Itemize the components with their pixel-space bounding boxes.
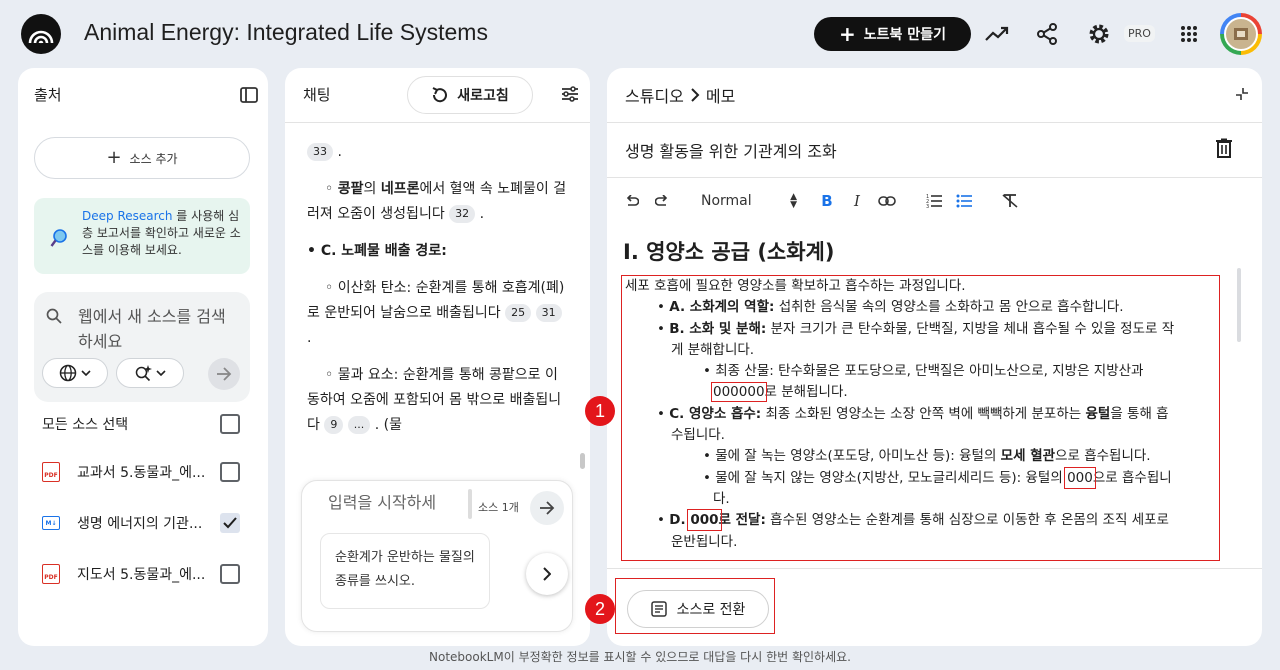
suggested-question[interactable]: 순환계가 운반하는 물질의 종류를 쓰시오. <box>320 533 490 609</box>
source-count: 소스 1개 <box>478 501 519 514</box>
numbered-list-icon[interactable]: 123 <box>925 190 943 212</box>
clear-format-icon[interactable] <box>1001 190 1019 212</box>
new-notebook-label: 노트북 만들기 <box>863 27 946 43</box>
bold-icon[interactable]: B <box>819 190 835 212</box>
svg-text:3: 3 <box>926 204 929 208</box>
chevron-right-icon <box>691 88 700 102</box>
source-item-label: 지도서 5.동물과_에... <box>77 567 206 583</box>
citation-chip[interactable]: 33 <box>307 143 333 161</box>
editor-toolbar: Normal ▲ ▼ B I 123 <box>623 190 1223 212</box>
collapse-panel-icon[interactable] <box>240 86 258 104</box>
globe-icon <box>59 364 77 382</box>
markdown-icon: M↓ <box>42 516 60 530</box>
notebook-title[interactable]: Animal Energy: Integrated Life Systems <box>84 19 488 46</box>
add-source-label: 소스 추가 <box>129 151 178 166</box>
chat-input-box: 입력을 시작하세요 소스 1개 순환계가 운반하는 물질의 종류를 쓰시오. <box>301 480 573 632</box>
blank-answer-box: 000000 <box>711 382 767 403</box>
undo-icon[interactable] <box>623 190 641 212</box>
sparkle-search-icon <box>135 365 152 382</box>
italic-icon[interactable]: I <box>849 190 865 212</box>
chevron-down-icon <box>156 370 166 376</box>
source-item-label: 교과서 5.동물과_에... <box>77 465 206 481</box>
send-button[interactable] <box>530 491 564 525</box>
pdf-icon: PDF <box>42 462 60 482</box>
editor-scrollbar[interactable] <box>1237 268 1241 342</box>
link-icon[interactable] <box>877 190 897 212</box>
plus-icon: + <box>106 147 122 168</box>
magnifier-icon <box>50 228 68 248</box>
note-heading: I. 영양소 공급 (소화계) <box>623 240 835 264</box>
select-all-label: 모든 소스 선택 <box>42 417 129 433</box>
arrow-right-icon <box>540 501 555 515</box>
chevron-right-icon <box>543 567 551 581</box>
chat-title: 채팅 <box>303 86 331 104</box>
updown-icon: ▲ ▼ <box>790 192 797 210</box>
convert-label: 소스로 전환 <box>676 602 746 618</box>
citation-more-chip[interactable]: ... <box>347 416 371 434</box>
blank-answer-box: 000 <box>1064 466 1096 489</box>
chat-heading: • C. 노폐물 배출 경로: <box>307 243 447 259</box>
submit-search-button[interactable] <box>208 358 240 390</box>
disclaimer-footer: NotebookLM이 부정확한 정보를 표시할 수 있으므로 대답을 다시 한… <box>429 650 851 664</box>
chat-message: 33 . ◦ 콩팥의 네프론에서 혈액 속 노폐물이 걸러져 오줌이 생성됩니다… <box>307 143 567 434</box>
annotation-marker-1: 1 <box>585 396 615 426</box>
web-source-dropdown[interactable] <box>42 358 108 388</box>
sources-panel: 출처 + 소스 추가 Deep Research 를 사용해 심층 보고서를 확… <box>18 68 268 646</box>
delete-trash-icon[interactable] <box>1215 138 1233 158</box>
breadcrumb: 스튜디오 메모 <box>625 83 735 107</box>
next-suggestion-button[interactable] <box>526 553 568 595</box>
refresh-button[interactable]: 새로고침 <box>407 76 533 114</box>
note-convert-icon <box>650 601 667 617</box>
select-all-checkbox[interactable] <box>220 414 240 434</box>
bullet-list-icon[interactable] <box>955 190 973 212</box>
plus-icon: + <box>839 22 856 46</box>
citation-chip[interactable]: 31 <box>535 304 562 322</box>
apps-grid-icon[interactable] <box>1175 20 1203 48</box>
studio-panel: 스튜디오 메모 생명 활동을 위한 기관계의 조화 Normal ▲ ▼ B I 1… <box>607 68 1262 646</box>
breadcrumb-studio[interactable]: 스튜디오 <box>625 83 684 107</box>
checkmark-icon <box>223 517 237 529</box>
add-source-button[interactable]: + 소스 추가 <box>34 137 250 179</box>
note-title[interactable]: 생명 활동을 위한 기관계의 조화 <box>625 138 837 162</box>
research-mode-dropdown[interactable] <box>116 358 184 388</box>
refresh-label: 새로고침 <box>457 88 509 104</box>
redo-icon[interactable] <box>653 190 671 212</box>
note-editor[interactable]: 세포 호흡에 필요한 영양소를 확보하고 흡수하는 과정입니다. • A. 소화… <box>621 276 1221 553</box>
arrow-right-icon <box>217 367 232 381</box>
deep-research-link[interactable]: Deep Research <box>82 209 172 223</box>
notebooklm-logo[interactable] <box>21 14 61 54</box>
new-notebook-button[interactable]: + 노트북 만들기 <box>814 17 971 51</box>
source-checkbox[interactable] <box>220 462 240 482</box>
refresh-icon <box>432 87 448 103</box>
search-icon <box>46 308 62 324</box>
web-search-input[interactable]: 웹에서 새 소스를 검색하세요 <box>78 304 238 354</box>
collapse-icon[interactable] <box>1235 87 1249 101</box>
chat-panel: 채팅 새로고침 33 . ◦ 콩팥의 네프론에서 혈액 속 노폐물이 걸러져 오… <box>285 68 590 646</box>
chat-input[interactable]: 입력을 시작하세요 <box>328 491 448 517</box>
text-style-select[interactable]: Normal ▲ ▼ <box>701 190 797 212</box>
tune-settings-icon[interactable] <box>561 86 579 102</box>
logo-icon <box>28 30 54 44</box>
source-checkbox[interactable] <box>220 564 240 584</box>
analytics-icon[interactable] <box>983 20 1011 48</box>
citation-chip[interactable]: 32 <box>449 205 476 223</box>
chat-scrollbar[interactable] <box>580 453 585 469</box>
annotation-marker-2: 2 <box>585 594 615 624</box>
settings-gear-icon[interactable] <box>1085 20 1113 48</box>
blank-answer-box: 000 <box>687 509 722 532</box>
user-avatar[interactable] <box>1220 13 1262 55</box>
pro-badge: PRO <box>1124 25 1155 42</box>
web-search-box: 웹에서 새 소스를 검색하세요 <box>34 292 250 402</box>
citation-chip[interactable]: 9 <box>324 416 344 434</box>
source-item-label: 생명 에너지의 기관... <box>77 516 203 532</box>
citation-chip[interactable]: 25 <box>505 304 532 322</box>
deep-research-banner: Deep Research 를 사용해 심층 보고서를 확인하고 새로운 소스를… <box>34 198 250 274</box>
chevron-down-icon <box>81 370 91 376</box>
share-icon[interactable] <box>1033 20 1061 48</box>
source-checkbox-checked[interactable] <box>220 513 240 533</box>
pdf-icon: PDF <box>42 564 60 584</box>
sources-title: 출처 <box>34 86 62 104</box>
breadcrumb-note: 메모 <box>705 87 736 106</box>
convert-to-source-button[interactable]: 소스로 전환 <box>627 590 769 628</box>
